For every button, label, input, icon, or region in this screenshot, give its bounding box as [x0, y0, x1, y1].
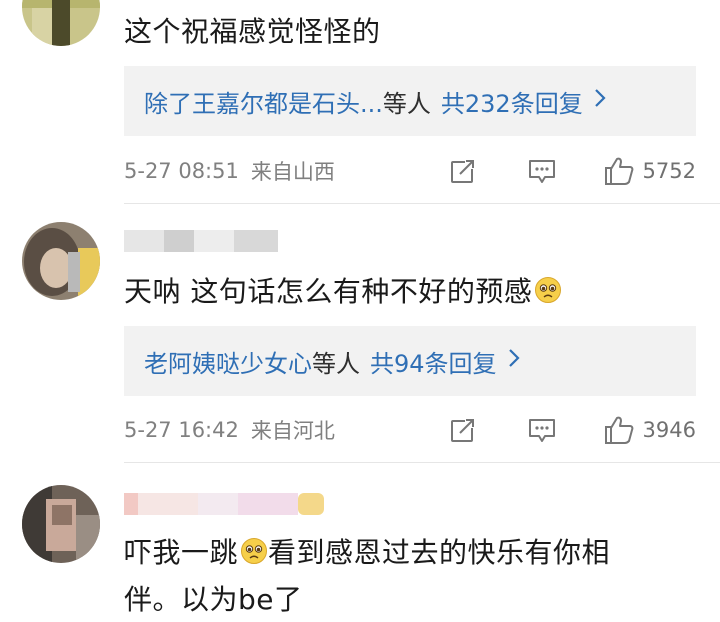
divider: [124, 462, 720, 463]
reply-suffix: 等人: [382, 89, 431, 118]
comment-actions: 3946: [449, 415, 696, 445]
reply-names: 除了王嘉尔都是石头...: [144, 89, 383, 118]
comment-meta: 5-27 08:51 来自山西 5752: [124, 151, 696, 191]
share-icon: [450, 159, 475, 183]
pleading-face-emoji: [534, 273, 562, 317]
comment-actions: 5752: [449, 156, 696, 186]
divider: [124, 203, 720, 204]
comment-icon: [528, 160, 555, 183]
username-blurred[interactable]: [124, 230, 278, 252]
thumbs-up-icon: [604, 416, 633, 444]
avatar[interactable]: [22, 0, 100, 46]
comment-text: 吓我一跳 看到感恩过去的快乐有你相 伴。以为be了: [124, 531, 700, 622]
chevron-right-icon: [593, 87, 607, 115]
avatar[interactable]: [22, 485, 100, 563]
like-button[interactable]: 5752: [603, 156, 696, 186]
share-button[interactable]: [449, 157, 477, 185]
thumbs-up-icon: [604, 157, 633, 185]
comment-text: 天呐 这句话怎么有种不好的预感: [124, 270, 700, 317]
comment-text-content: 吓我一跳: [124, 536, 239, 569]
reply-summary-link[interactable]: 老阿姨哒少女心 等人 共94条回复: [124, 326, 696, 396]
comment-text: 这个祝福感觉怪怪的: [124, 15, 381, 48]
username-blurred[interactable]: [124, 493, 324, 515]
share-button[interactable]: [449, 416, 477, 444]
pleading-face-emoji: [240, 534, 268, 578]
avatar-image: [22, 222, 100, 300]
reply-names: 老阿姨哒少女心: [144, 349, 312, 378]
reply-suffix: 等人: [312, 349, 360, 378]
reply-total: 共94条回复: [370, 349, 497, 378]
chevron-right-icon: [507, 347, 521, 375]
comment-icon: [528, 419, 555, 442]
reply-total: 共232条回复: [440, 89, 583, 118]
comment-text-content: 伴。以为be了: [124, 583, 303, 616]
comment-time: 5-27 08:51: [124, 159, 239, 183]
reply-summary-link[interactable]: 除了王嘉尔都是石头... 等人 共232条回复: [124, 66, 696, 136]
comment-text-content: 天呐 这句话怎么有种不好的预感: [124, 275, 533, 308]
like-count: 5752: [642, 159, 696, 183]
avatar-image: [22, 485, 100, 563]
comment-source: 来自山西: [250, 160, 335, 184]
comment-meta: 5-27 16:42 来自河北 3946: [124, 410, 696, 450]
share-icon: [450, 418, 475, 442]
like-count: 3946: [642, 418, 696, 442]
avatar-image: [22, 0, 100, 46]
comment-button[interactable]: [527, 416, 557, 444]
like-button[interactable]: 3946: [603, 415, 696, 445]
avatar[interactable]: [22, 222, 100, 300]
comment-button[interactable]: [527, 157, 557, 185]
comment-source: 来自河北: [250, 419, 335, 443]
comment-time: 5-27 16:42: [124, 418, 239, 442]
comment-text-content: 看到感恩过去的快乐有你相: [268, 536, 611, 569]
